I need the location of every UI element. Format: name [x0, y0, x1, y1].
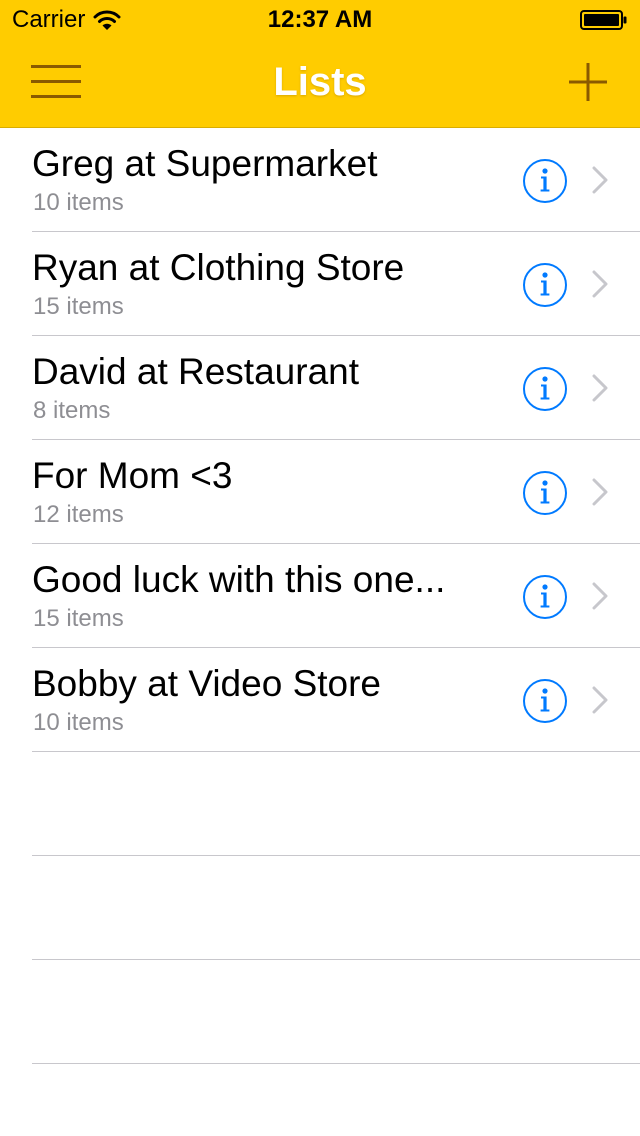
status-bar: Carrier 12:37 AM [0, 0, 640, 40]
chevron-right-icon [592, 478, 608, 506]
list-row[interactable]: David at Restaurant 8 items [0, 336, 640, 440]
status-time: 12:37 AM [267, 6, 373, 33]
info-circle-icon[interactable] [522, 262, 568, 308]
chevron-right-icon [592, 166, 608, 194]
list-title: David at Restaurant [32, 351, 360, 392]
info-circle-icon[interactable] [522, 678, 568, 724]
list-row[interactable]: Ryan at Clothing Store 15 items [0, 232, 640, 336]
chevron-right-icon [592, 582, 608, 610]
battery-icon [580, 10, 627, 30]
info-circle-icon[interactable] [522, 574, 568, 620]
add-list-button[interactable] [560, 58, 616, 106]
navigation-bar: Lists [0, 40, 640, 128]
list-title: Bobby at Video Store [32, 663, 382, 704]
lists-table: Greg at Supermarket 10 items Ryan at Clo… [0, 128, 640, 1064]
plus-icon [569, 63, 607, 101]
list-row[interactable]: Good luck with this one... 15 items [0, 544, 640, 648]
list-item-count: 12 items [33, 501, 124, 528]
list-row[interactable]: For Mom <3 12 items [0, 440, 640, 544]
list-item-count: 10 items [33, 709, 124, 736]
list-title: Good luck with this one... [32, 559, 446, 600]
empty-row [0, 960, 640, 1064]
info-circle-icon[interactable] [522, 470, 568, 516]
chevron-right-icon [592, 374, 608, 402]
empty-row [0, 856, 640, 960]
info-circle-icon[interactable] [522, 366, 568, 412]
list-row[interactable]: Bobby at Video Store 10 items [0, 648, 640, 752]
chevron-right-icon [592, 270, 608, 298]
page-title: Lists [273, 60, 367, 104]
list-title: Greg at Supermarket [32, 143, 378, 184]
list-row[interactable]: Greg at Supermarket 10 items [0, 128, 640, 232]
chevron-right-icon [592, 686, 608, 714]
app-screen: Carrier 12:37 AM Lists Greg at Supermark… [0, 0, 640, 1136]
empty-row [0, 752, 640, 856]
hamburger-menu-icon [31, 65, 81, 98]
list-item-count: 8 items [33, 397, 111, 424]
menu-button[interactable] [24, 58, 88, 106]
list-title: For Mom <3 [32, 455, 233, 496]
info-circle-icon[interactable] [522, 158, 568, 204]
list-item-count: 15 items [33, 605, 124, 632]
list-item-count: 15 items [33, 293, 124, 320]
list-item-count: 10 items [33, 189, 124, 216]
list-title: Ryan at Clothing Store [32, 247, 405, 288]
header: Carrier 12:37 AM Lists [0, 0, 640, 128]
